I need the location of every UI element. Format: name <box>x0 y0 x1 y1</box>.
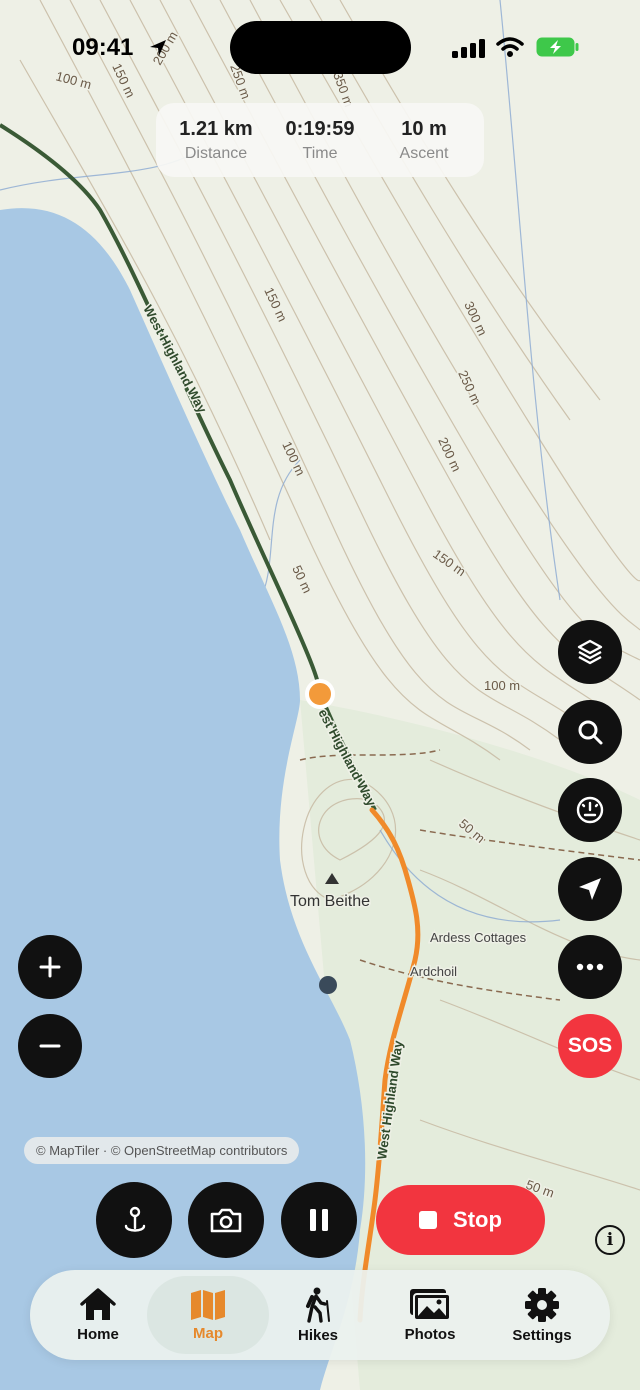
gauge-icon <box>576 796 604 824</box>
tab-bar: Home Map Hikes Photos Settings <box>30 1270 610 1360</box>
tab-hikes[interactable]: Hikes <box>257 1276 379 1354</box>
camera-button[interactable] <box>188 1182 264 1258</box>
stat-value: 0:19:59 <box>285 117 355 140</box>
pause-icon <box>310 1209 328 1231</box>
layers-icon <box>577 639 603 665</box>
stat-time: 0:19:59 Time <box>270 118 370 163</box>
tab-map[interactable]: Map <box>147 1276 269 1354</box>
pause-button[interactable] <box>281 1182 357 1258</box>
peak-label: Tom Beithe <box>290 893 370 910</box>
cellular-signal-icon <box>452 39 485 58</box>
place-label-hamlet: Ardchoil <box>410 964 457 979</box>
stat-label: Time <box>302 144 338 162</box>
status-time: 09:41 <box>72 34 134 61</box>
tab-settings[interactable]: Settings <box>481 1276 603 1354</box>
stat-label: Ascent <box>399 144 449 162</box>
info-button[interactable]: i <box>595 1225 625 1255</box>
search-button[interactable] <box>558 700 622 764</box>
more-icon <box>576 963 604 971</box>
wifi-icon <box>496 37 524 57</box>
zoom-in-button[interactable] <box>18 935 82 999</box>
minus-icon <box>39 1044 61 1048</box>
map-attribution[interactable]: © MapTiler · © OpenStreetMap contributor… <box>24 1137 300 1164</box>
locate-me-button[interactable] <box>558 857 622 921</box>
place-label-cottages: Ardess Cottages <box>430 930 527 945</box>
tab-label: Home <box>77 1325 119 1343</box>
tab-label: Map <box>193 1324 223 1342</box>
location-services-icon <box>150 40 166 56</box>
stat-label: Distance <box>184 144 248 162</box>
search-icon <box>578 720 603 745</box>
home-icon <box>80 1287 116 1320</box>
map-icon <box>191 1289 225 1320</box>
stat-value: 10 m <box>401 117 447 140</box>
stop-recording-button[interactable]: Stop <box>376 1185 545 1255</box>
ferry-icon <box>319 976 337 994</box>
layers-button[interactable] <box>558 620 622 684</box>
more-button[interactable] <box>558 935 622 999</box>
zoom-out-button[interactable] <box>18 1014 82 1078</box>
sos-button[interactable]: SOS <box>558 1014 622 1078</box>
tab-home[interactable]: Home <box>37 1276 159 1354</box>
stop-label: Stop <box>453 1207 502 1232</box>
location-arrow-icon <box>579 878 601 900</box>
current-location-marker <box>305 679 335 709</box>
hiker-icon <box>306 1287 330 1323</box>
stat-ascent: 10 m Ascent <box>374 118 474 163</box>
tab-label: Photos <box>404 1325 456 1343</box>
contour-label: 100 m <box>484 678 520 693</box>
camera-icon <box>210 1208 242 1233</box>
stop-icon <box>419 1211 438 1229</box>
tab-label: Settings <box>512 1326 572 1344</box>
tracking-stats-card: 1.21 km Distance 0:19:59 Time 10 m Ascen… <box>156 103 484 177</box>
status-bar: 09:41 <box>0 0 640 90</box>
tab-photos[interactable]: Photos <box>369 1276 491 1354</box>
add-waypoint-button[interactable] <box>96 1182 172 1258</box>
tab-label: Hikes <box>297 1326 339 1344</box>
speedometer-button[interactable] <box>558 778 622 842</box>
plus-icon <box>39 956 61 978</box>
photos-icon <box>410 1288 451 1321</box>
gear-icon <box>525 1287 559 1322</box>
stat-distance: 1.21 km Distance <box>166 118 266 163</box>
waypoint-pin-icon <box>124 1206 146 1232</box>
stat-value: 1.21 km <box>179 117 253 140</box>
battery-charging-icon <box>536 37 579 57</box>
dynamic-island <box>230 21 411 74</box>
